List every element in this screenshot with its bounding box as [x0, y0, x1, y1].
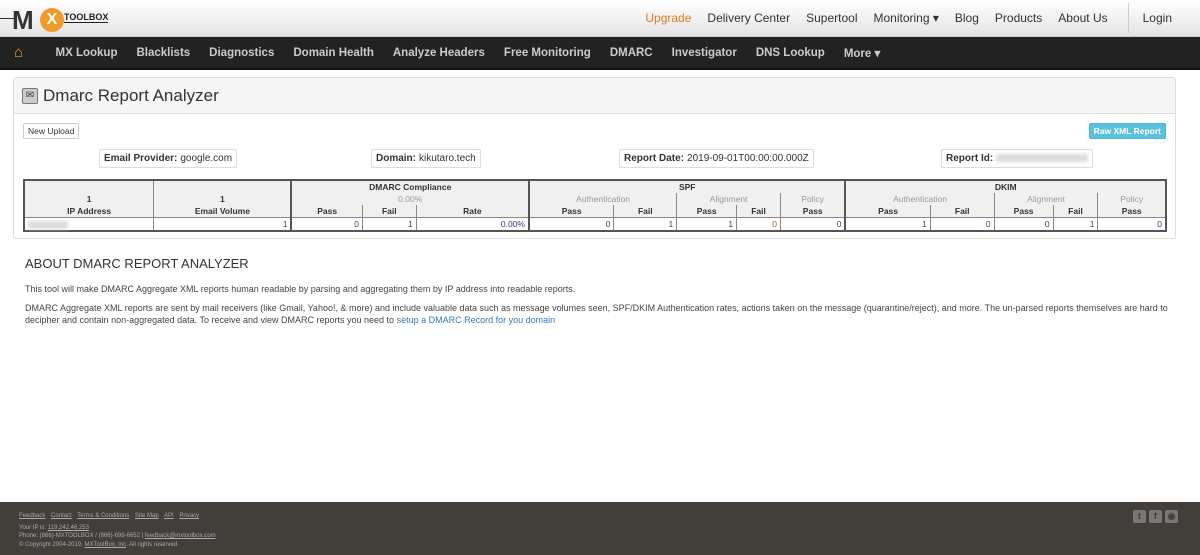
- dmarc-rate-summary: 0.00%: [290, 193, 529, 205]
- spf-policy-pass-cell: 0: [780, 217, 846, 232]
- dmarc-fail-cell: 1: [361, 217, 417, 232]
- col-fail: Fail: [361, 205, 417, 218]
- upgrade-link[interactable]: Upgrade: [637, 11, 699, 25]
- col-fail: Fail: [929, 205, 995, 218]
- products-link[interactable]: Products: [987, 11, 1050, 25]
- nav-more-dropdown[interactable]: More ▾: [834, 46, 889, 60]
- spf-auth-fail-cell: 1: [613, 217, 678, 232]
- about-paragraph-2: DMARC Aggregate XML reports are sent by …: [25, 302, 1168, 326]
- nav-diagnostics[interactable]: Diagnostics: [200, 47, 284, 59]
- email-volume-header: Email Volume: [153, 205, 292, 218]
- spf-auth-pass-cell: 0: [527, 217, 615, 232]
- login-link[interactable]: Login: [1133, 11, 1200, 25]
- dkim-policy-pass-cell: 0: [1097, 217, 1167, 232]
- dmarc-report-table: 1 1 DMARC Compliance SPF DKIM 0.00% Auth…: [23, 179, 1167, 232]
- blog-link[interactable]: Blog: [947, 11, 987, 25]
- copyright-text: © Copyright 2004-2019,: [19, 541, 83, 548]
- report-panel: ✉ Dmarc Report Analyzer New Upload Raw XM…: [13, 77, 1176, 239]
- footer-contact-link[interactable]: Contact: [51, 513, 72, 519]
- col-fail: Fail: [736, 205, 781, 218]
- monitoring-dropdown[interactable]: Monitoring ▾: [865, 11, 946, 25]
- col-pass: Pass: [676, 205, 737, 218]
- facebook-icon[interactable]: f: [1149, 510, 1162, 523]
- divider: [1127, 3, 1129, 33]
- delivery-center-link[interactable]: Delivery Center: [699, 11, 798, 25]
- ip-address-cell[interactable]: [23, 217, 155, 232]
- col-fail: Fail: [613, 205, 677, 218]
- footer-sitemap-link[interactable]: Site Map: [135, 513, 159, 519]
- footer-feedback-link[interactable]: Feedback: [19, 513, 45, 519]
- supertool-link[interactable]: Supertool: [798, 11, 865, 25]
- footer-api-link[interactable]: API: [164, 513, 174, 519]
- report-icon: ✉: [22, 87, 38, 104]
- dkim-policy-header: Policy: [1097, 193, 1166, 205]
- top-bar: M X TOOLBOX Upgrade Delivery Center Supert…: [0, 0, 1200, 37]
- spf-align-fail-cell: 0: [736, 217, 782, 232]
- spf-authentication-header: Authentication: [527, 193, 677, 205]
- dkim-alignment-header: Alignment: [993, 193, 1098, 205]
- nav-domain-health[interactable]: Domain Health: [284, 47, 384, 59]
- dmarc-rate-cell: 0.00%: [415, 217, 530, 232]
- ip-link[interactable]: 119.242.46.253: [48, 525, 89, 531]
- volume-count: 1: [153, 180, 292, 205]
- company-link[interactable]: MXToolBox, Inc: [84, 542, 126, 548]
- dkim-auth-pass-cell: 1: [844, 217, 931, 232]
- dkim-align-pass-cell: 0: [993, 217, 1054, 232]
- about-paragraph-1: This tool will make DMARC Aggregate XML …: [25, 284, 576, 294]
- about-title: ABOUT DMARC REPORT ANALYZER: [25, 256, 249, 271]
- spf-policy-header: Policy: [780, 193, 846, 205]
- spf-header: SPF: [527, 180, 846, 193]
- mxtoolbox-logo[interactable]: M X TOOLBOX: [0, 2, 120, 35]
- col-pass: Pass: [1097, 205, 1166, 218]
- table-row[interactable]: 1 0 1 0.00% 0 1 1 0 0 1 0 0 1 0: [23, 217, 1167, 232]
- nav-mx-lookup[interactable]: MX Lookup: [46, 47, 127, 59]
- col-fail: Fail: [1052, 205, 1098, 218]
- twitter-icon[interactable]: t: [1133, 510, 1146, 523]
- dkim-authentication-header: Authentication: [844, 193, 995, 205]
- footer: Feedback Contact Terms & Conditions Site…: [0, 502, 1200, 555]
- dmarc-pass-cell: 0: [290, 217, 363, 232]
- dkim-align-fail-cell: 1: [1052, 217, 1099, 232]
- ip-count: 1: [24, 180, 154, 205]
- dkim-header: DKIM: [844, 180, 1166, 193]
- ip-label: Your IP is:: [19, 524, 47, 531]
- page-title: Dmarc Report Analyzer: [43, 85, 219, 105]
- nav-analyze-headers[interactable]: Analyze Headers: [383, 47, 494, 59]
- rss-icon[interactable]: ◉: [1165, 510, 1178, 523]
- email-provider-field: Email Provider: google.com: [99, 149, 238, 168]
- spf-align-pass-cell: 1: [676, 217, 738, 232]
- volume-cell: 1: [153, 217, 292, 232]
- nav-blacklists[interactable]: Blacklists: [127, 47, 200, 59]
- footer-privacy-link[interactable]: Privacy: [179, 513, 199, 519]
- spf-alignment-header: Alignment: [676, 193, 781, 205]
- col-pass: Pass: [527, 205, 614, 218]
- phone-text: Phone: (866)-MXTOOLBOX / (866)-698-6652 …: [19, 533, 144, 539]
- nav-dmarc[interactable]: DMARC: [600, 47, 662, 59]
- report-date-field: Report Date: 2019-09-01T00:00:00.000Z: [619, 149, 814, 168]
- dmarc-compliance-header: DMARC Compliance: [290, 180, 529, 193]
- nav-dns-lookup[interactable]: DNS Lookup: [746, 47, 834, 59]
- setup-dmarc-link[interactable]: setup a DMARC Record for you domain: [397, 315, 556, 325]
- about-us-link[interactable]: About Us: [1050, 11, 1115, 25]
- domain-field: Domain: kikutaro.tech: [371, 149, 481, 168]
- rights-text: . All rights reserved: [126, 541, 178, 548]
- dkim-auth-fail-cell: 0: [929, 217, 995, 232]
- home-icon[interactable]: ⌂: [14, 45, 30, 60]
- main-nav: ⌂ MX Lookup Blacklists Diagnostics Domai…: [0, 37, 1200, 70]
- col-pass: Pass: [993, 205, 1054, 218]
- col-rate: Rate: [415, 205, 529, 218]
- new-upload-button[interactable]: New Upload: [23, 123, 80, 139]
- nav-free-monitoring[interactable]: Free Monitoring: [494, 47, 600, 59]
- ip-address-header: IP Address: [24, 205, 154, 218]
- col-pass: Pass: [780, 205, 846, 218]
- nav-investigator[interactable]: Investigator: [662, 47, 746, 59]
- about-section: ABOUT DMARC REPORT ANALYZER This tool wi…: [25, 256, 1180, 333]
- raw-xml-report-button[interactable]: Raw XML Report: [1088, 123, 1166, 139]
- col-pass: Pass: [290, 205, 363, 218]
- footer-terms-link[interactable]: Terms & Conditions: [77, 513, 129, 519]
- feedback-email-link[interactable]: feedback@mxtoolbox.com: [145, 533, 216, 539]
- report-id-field: Report Id:: [941, 149, 1094, 168]
- col-pass: Pass: [844, 205, 931, 218]
